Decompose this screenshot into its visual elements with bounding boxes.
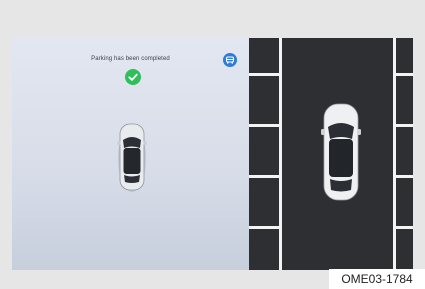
parking-display: Parking has been completed xyxy=(12,38,413,270)
view-toggle-button[interactable] xyxy=(223,53,237,67)
bay-line xyxy=(393,175,413,178)
bay-line xyxy=(393,73,413,76)
bay-line xyxy=(393,226,413,229)
vehicle-top-view xyxy=(117,123,147,192)
bay-line xyxy=(249,73,282,76)
bay-line xyxy=(249,226,282,229)
parking-lot-view xyxy=(249,38,413,270)
figure-code-label: OME03-1784 xyxy=(329,269,425,289)
check-circle-icon xyxy=(125,69,141,85)
car-view-icon xyxy=(225,56,235,64)
bay-line xyxy=(249,175,282,178)
bay-line xyxy=(249,124,282,127)
bay-line xyxy=(393,124,413,127)
parking-status-message: Parking has been completed xyxy=(91,56,170,62)
parked-vehicle xyxy=(321,103,361,201)
top-view-panel: Parking has been completed xyxy=(12,38,249,270)
